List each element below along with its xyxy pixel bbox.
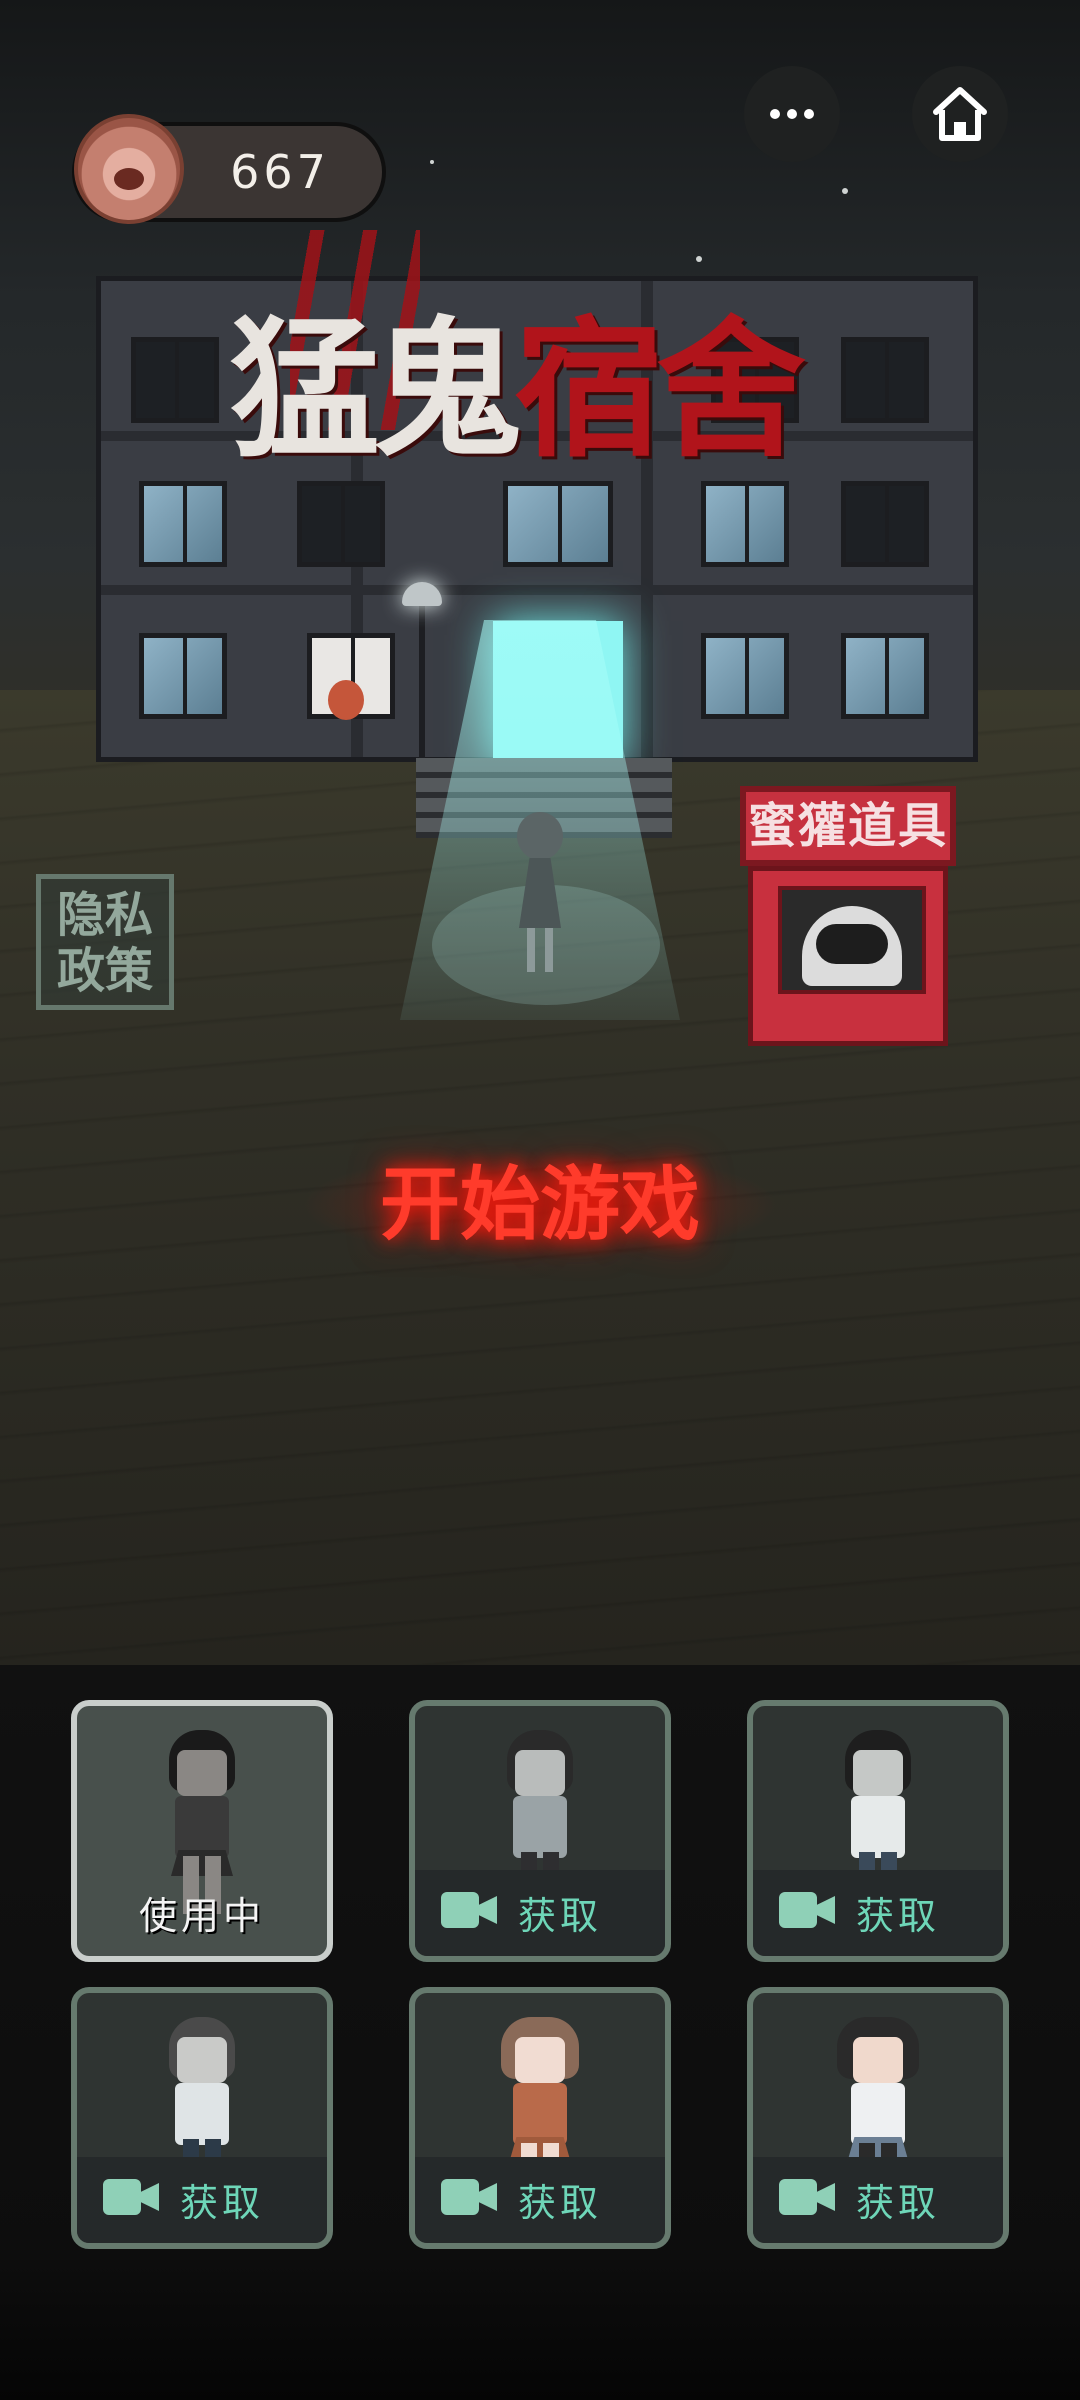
get-label: 获取 — [179, 2181, 264, 2225]
privacy-label-line2: 政策 — [56, 943, 153, 999]
in-use-label: 使用中 — [138, 1894, 265, 1938]
player-character — [505, 812, 575, 972]
home-icon — [933, 87, 987, 141]
more-dots-icon — [770, 109, 814, 119]
get-label: 获取 — [517, 2181, 602, 2225]
star — [430, 160, 434, 164]
privacy-policy-button[interactable]: 隐私 政策 — [36, 874, 174, 1010]
home-button[interactable] — [912, 66, 1008, 162]
star — [696, 256, 702, 262]
title-part-white: 猛鬼 — [230, 302, 522, 478]
star — [842, 188, 848, 194]
get-label: 获取 — [855, 2181, 940, 2225]
character-card-3[interactable]: 获取 — [747, 1700, 1009, 1962]
character-card-2[interactable]: 获取 — [409, 1700, 671, 1962]
title-part-red: 宿舍 — [514, 302, 806, 478]
character-card-5[interactable]: 获取 — [409, 1987, 671, 2249]
game-scene: 猛鬼宿舍 蜜獾道具 隐私 政策 开始游戏 667 — [0, 0, 1080, 1665]
shop-sign: 蜜獾道具 — [740, 786, 956, 866]
get-label: 获取 — [517, 1894, 602, 1938]
honey-badger-shop[interactable]: 蜜獾道具 — [740, 786, 956, 1046]
lamp-post — [419, 600, 425, 758]
character-card-4[interactable]: 获取 — [71, 1987, 333, 2249]
character-card-6[interactable]: 获取 — [747, 1987, 1009, 2249]
privacy-label-line1: 隐私 — [56, 887, 153, 943]
get-label: 获取 — [855, 1894, 940, 1938]
window-ghost-figure — [328, 680, 364, 720]
coin-count: 667 — [230, 145, 330, 199]
more-button[interactable] — [744, 66, 840, 162]
start-game-button[interactable]: 开始游戏 — [300, 1150, 780, 1260]
pig-coin-icon — [74, 114, 184, 224]
game-title-logo: 猛鬼宿舍 — [230, 300, 870, 480]
character-card-1[interactable]: 使用中 — [71, 1700, 333, 1962]
